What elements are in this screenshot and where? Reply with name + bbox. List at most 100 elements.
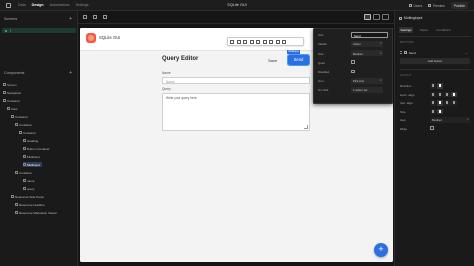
component-tree-item-label: Button Container: [27, 146, 50, 151]
component-tree-item-container[interactable]: Container: [19, 130, 36, 135]
component-tree-item-button-container[interactable]: Button Container: [23, 146, 50, 151]
publish-button[interactable]: Publish: [450, 2, 468, 9]
prop-variant-field[interactable]: Action ▾: [351, 41, 383, 47]
prop-row-variant: Variant Action ▾: [318, 41, 392, 47]
component-icon: [19, 131, 22, 134]
vert-align-option-icon[interactable]: [451, 100, 457, 106]
vert-align-option-icon[interactable]: [430, 100, 436, 106]
settings-icon[interactable]: [83, 15, 87, 19]
tab-settings-panel[interactable]: Settings: [399, 27, 414, 33]
component-tree-item-container[interactable]: Container: [11, 114, 28, 119]
component-tree-item-container[interactable]: Container: [3, 98, 20, 103]
query-textarea[interactable]: Write your query here: [162, 93, 310, 131]
component-tree-item-heading[interactable]: Heading: [23, 138, 38, 143]
screen-status-icon: [5, 29, 7, 32]
component-tree-item-label: Response headline: [19, 202, 45, 207]
prop-value: 1 action set: [353, 88, 368, 93]
preview-button[interactable]: Preview: [428, 4, 445, 8]
brand-logo-icon: [86, 33, 96, 43]
component-tree-item-query[interactable]: query: [23, 186, 35, 191]
component-tree-item-label: query: [27, 186, 35, 191]
drag-handle-icon[interactable]: [230, 39, 234, 44]
add-component-icon[interactable]: +: [69, 71, 72, 76]
name-input[interactable]: Name: [162, 77, 310, 84]
prop-label: Disabled: [318, 70, 330, 75]
prop-on-click-field[interactable]: 1 action set: [351, 87, 383, 93]
horiz-align-option-icon[interactable]: [444, 91, 450, 97]
horiz-align-option-icon[interactable]: [451, 91, 457, 97]
component-tree-item-response-headline[interactable]: Response headline: [15, 202, 45, 207]
add-button[interactable]: Add button: [400, 58, 470, 64]
component-tree-item-navigation[interactable]: Navigation: [3, 90, 21, 95]
align-left-icon[interactable]: [236, 39, 241, 44]
more-icon[interactable]: [269, 39, 273, 44]
size-option-icon[interactable]: [437, 108, 443, 114]
mobile-view-icon[interactable]: [382, 14, 389, 20]
layout-wrap-checkbox[interactable]: [430, 126, 434, 130]
chevron-down-icon: ▾: [380, 79, 382, 83]
screen-item[interactable]: /: [2, 28, 76, 33]
left-sidebar: Screens + / Components + Screen Navigatio…: [0, 11, 78, 266]
prop-quiet-checkbox[interactable]: [351, 60, 355, 64]
component-tree-item-label: Container: [15, 114, 29, 119]
save-button[interactable]: Save: [268, 58, 277, 63]
layout-row-direction: Direction: [400, 83, 472, 89]
prop-value: Action: [353, 42, 361, 47]
layout-direction-options: [430, 83, 443, 89]
divider: [399, 36, 471, 37]
prop-text-field[interactable]: Send: [351, 32, 388, 38]
component-tree-item-view[interactable]: View: [7, 106, 17, 111]
component-title: Multinginput: [404, 16, 423, 20]
chevron-down-icon: ▾: [380, 42, 382, 46]
name-label: Name: [162, 71, 171, 75]
component-icon: [23, 139, 26, 142]
direction-option-icon[interactable]: [437, 83, 443, 89]
prop-label: Quiet: [318, 60, 325, 65]
vert-align-option-icon[interactable]: [444, 100, 450, 106]
component-icon: [11, 195, 14, 198]
vert-align-option-icon[interactable]: [437, 100, 443, 106]
prop-label: Icon: [318, 79, 324, 84]
users-button[interactable]: Users: [408, 4, 422, 8]
component-tree-item-multiinput[interactable]: Multiinput: [23, 154, 40, 159]
component-tree-item-label: Container: [23, 130, 37, 135]
add-fab-button[interactable]: +: [374, 243, 388, 257]
align-center-icon[interactable]: [243, 39, 247, 44]
send-button[interactable]: Send: [286, 53, 311, 67]
drag-grip-icon[interactable]: [400, 51, 402, 54]
horiz-align-option-icon[interactable]: [437, 91, 443, 97]
direction-option-icon[interactable]: [430, 83, 436, 89]
component-tree-item-response-markdown-viewer[interactable]: Response Markdown Viewer: [15, 210, 57, 215]
component-tree-item-multiinput[interactable]: Multiinput: [23, 162, 42, 167]
component-tree-item-screen[interactable]: Screen: [3, 82, 17, 87]
more-options-icon[interactable]: ⋯: [465, 51, 468, 55]
button-list-item[interactable]: Send ⋯: [400, 50, 470, 55]
stretch-icon[interactable]: [256, 39, 260, 44]
prop-icon-field[interactable]: Pick icon ▾: [351, 78, 383, 84]
layout-gap-select[interactable]: Medium ▾: [430, 117, 470, 123]
component-tree-item-container[interactable]: Container: [15, 170, 32, 175]
prop-row-quiet: Quiet: [318, 60, 392, 66]
component-tree-item-response-side-panel[interactable]: Response Side Panel: [11, 194, 44, 199]
tab-styles[interactable]: Styles: [418, 27, 429, 33]
delete-icon[interactable]: [282, 39, 286, 44]
size-icon[interactable]: [262, 39, 267, 44]
add-screen-icon[interactable]: +: [69, 17, 72, 22]
prop-size-field[interactable]: Medium ▾: [351, 50, 383, 56]
undo-icon[interactable]: [93, 15, 97, 19]
prop-disabled-checkbox[interactable]: [351, 69, 355, 74]
desktop-view-icon[interactable]: [364, 14, 371, 20]
horiz-align-option-icon[interactable]: [430, 91, 436, 97]
component-icon: [23, 179, 26, 182]
top-actions: Users Preview Publish: [408, 2, 468, 9]
redo-icon[interactable]: [103, 15, 107, 19]
tablet-view-icon[interactable]: [373, 14, 380, 20]
component-tree-item-name[interactable]: name: [23, 178, 35, 183]
size-option-icon[interactable]: [430, 108, 436, 114]
align-right-icon[interactable]: [249, 39, 254, 44]
component-icon: [3, 83, 6, 86]
tab-conditions[interactable]: Conditions: [435, 27, 453, 33]
component-tree-item-container[interactable]: Container: [15, 122, 32, 127]
app-title: SQLite GUI: [227, 3, 247, 7]
duplicate-icon[interactable]: [275, 39, 280, 44]
